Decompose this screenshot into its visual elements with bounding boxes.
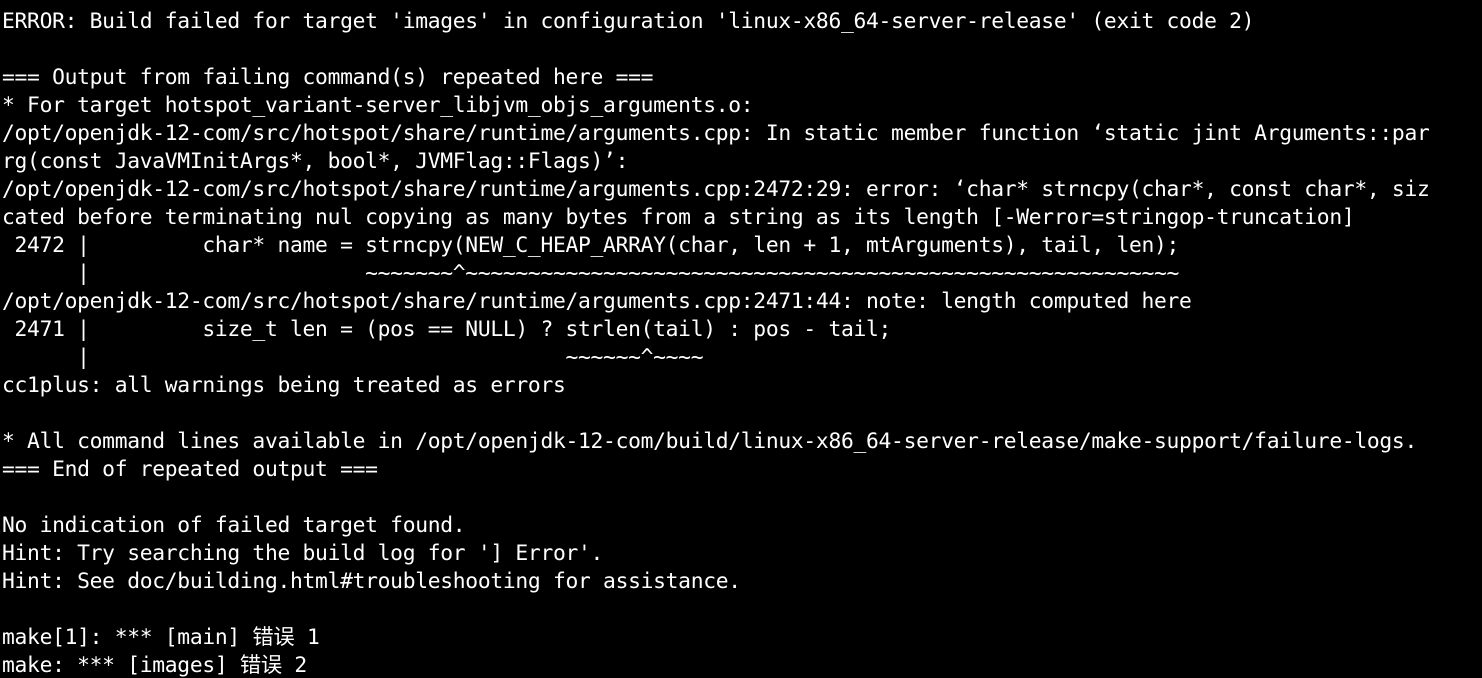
- terminal-line-hint-search: Hint: Try searching the build log for ']…: [2, 541, 604, 566]
- terminal-line-hint-docs: Hint: See doc/building.html#troubleshoot…: [2, 569, 741, 594]
- terminal-line-command-lines: * All command lines available in /opt/op…: [2, 429, 1417, 454]
- terminal-line-warnings-as-errors: cc1plus: all warnings being treated as e…: [2, 373, 566, 398]
- terminal-line-source-2472: 2472 | char* name = strncpy(NEW_C_HEAP_A…: [2, 233, 1180, 258]
- terminal-line-source-2471: 2471 | size_t len = (pos == NULL) ? strl…: [2, 317, 892, 342]
- terminal-line-caret-2471: | ~~~~~~^~~~~: [2, 345, 704, 370]
- terminal-line-build-error: ERROR: Build failed for target 'images' …: [2, 9, 1255, 34]
- terminal-line-make-error: make: *** [images] 错误 2: [2, 653, 307, 678]
- terminal-line-make1-error: make[1]: *** [main] 错误 1: [2, 625, 320, 650]
- terminal-line-function-context-cont: rg(const JavaVMInitArgs*, bool*, JVMFlag…: [2, 149, 629, 174]
- terminal-line-compile-error: /opt/openjdk-12-com/src/hotspot/share/ru…: [2, 177, 1430, 202]
- terminal-window[interactable]: ERROR: Build failed for target 'images' …: [0, 0, 1482, 678]
- terminal-line-compile-error-cont: cated before terminating nul copying as …: [2, 205, 1355, 230]
- terminal-line-function-context: /opt/openjdk-12-com/src/hotspot/share/ru…: [2, 121, 1430, 146]
- terminal-line-target: * For target hotspot_variant-server_libj…: [2, 93, 754, 118]
- terminal-line-caret-2472: | ~~~~~~~^~~~~~~~~~~~~~~~~~~~~~~~~~~~~~~…: [2, 261, 1180, 286]
- terminal-line-output-footer: === End of repeated output ===: [2, 457, 378, 482]
- terminal-line-note: /opt/openjdk-12-com/src/hotspot/share/ru…: [2, 289, 1192, 314]
- terminal-line-output-header: === Output from failing command(s) repea…: [2, 65, 654, 90]
- terminal-line-no-failed-target: No indication of failed target found.: [2, 513, 466, 538]
